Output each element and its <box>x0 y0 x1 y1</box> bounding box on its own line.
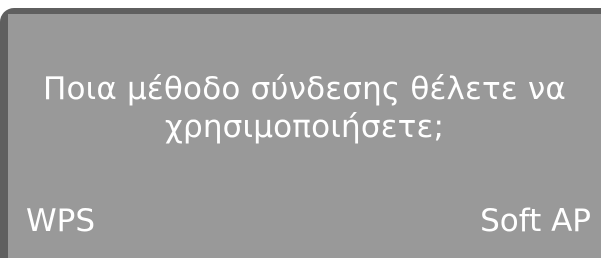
display-screen: Ποια μέθοδο σύνδεσης θέλετε να χρησιμοπο… <box>8 14 601 258</box>
connection-method-question: Ποια μέθοδο σύνδεσης θέλετε να χρησιμοπο… <box>42 71 567 145</box>
soft-ap-softkey[interactable]: Soft AP <box>480 202 591 240</box>
wps-softkey[interactable]: WPS <box>26 202 95 240</box>
appliance-display: Ποια μέθοδο σύνδεσης θέλετε να χρησιμοπο… <box>0 0 601 258</box>
